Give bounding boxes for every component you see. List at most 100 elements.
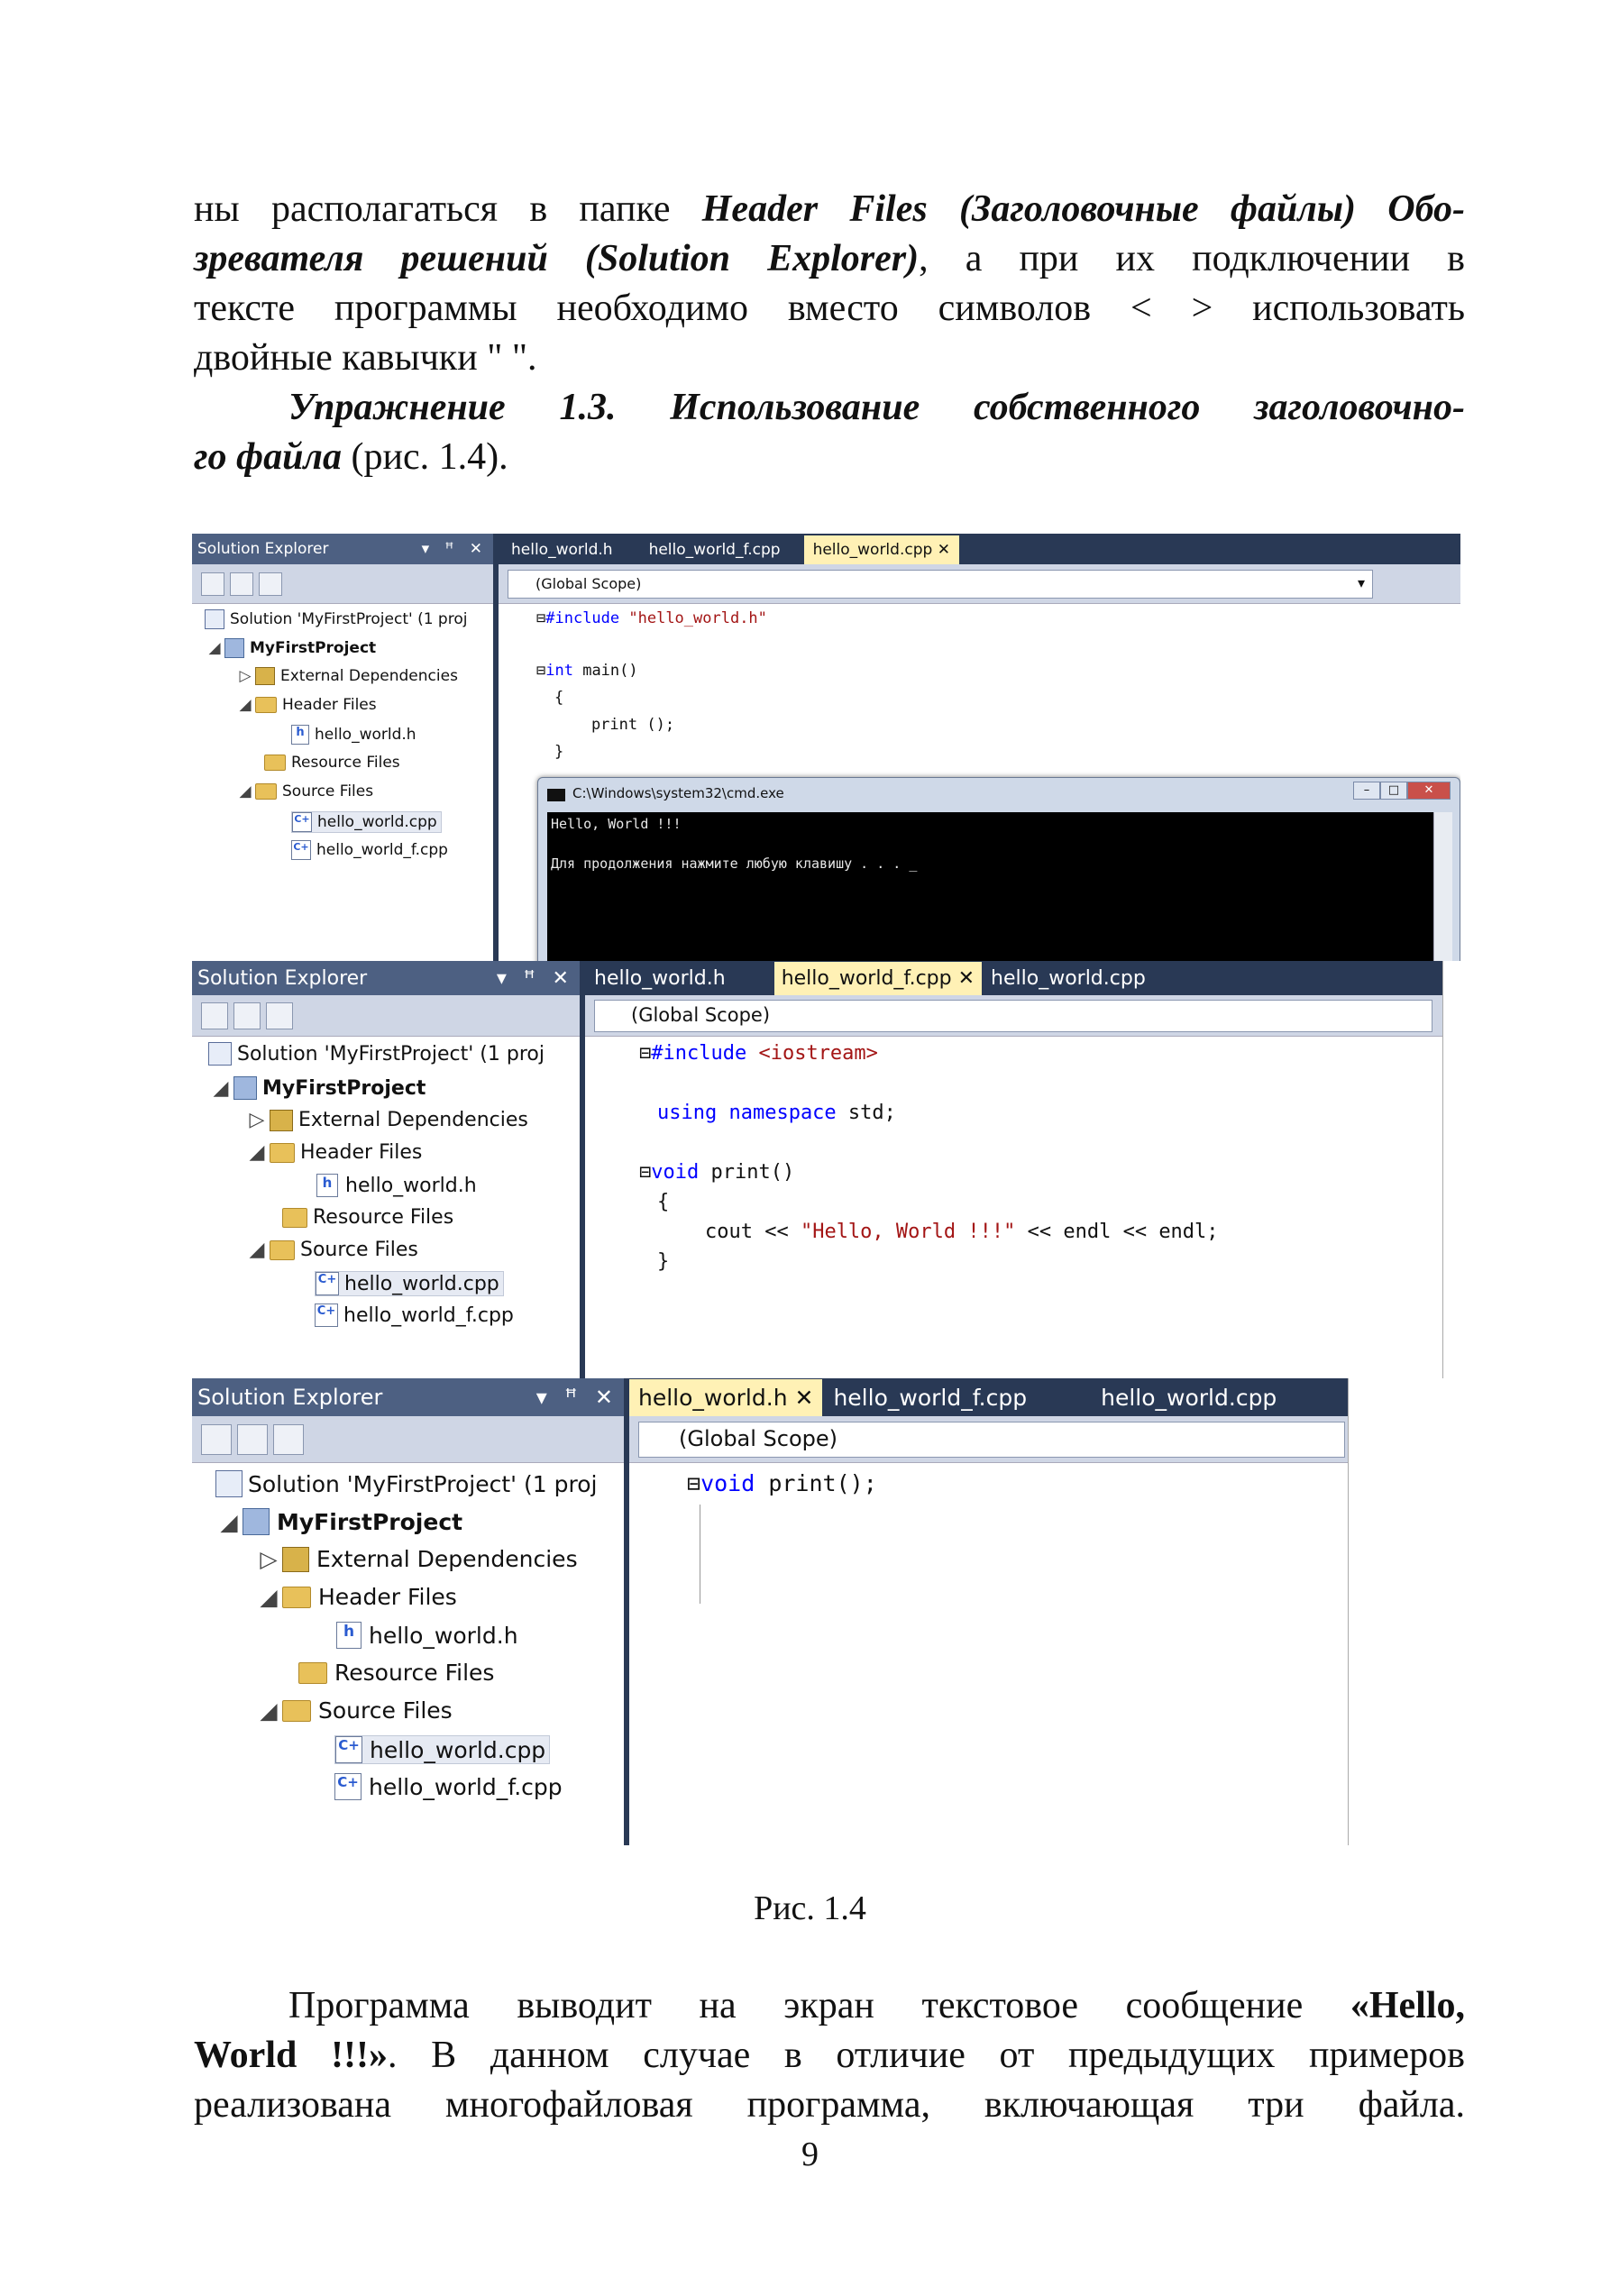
refresh-icon[interactable]: [273, 1423, 304, 1455]
tab-hello-world-f-cpp[interactable]: hello_world_f.cpp: [626, 535, 804, 564]
cpp-file-icon: C+: [335, 1736, 362, 1763]
cpp-file-icon: C+: [315, 1304, 338, 1327]
close-icon[interactable]: ✕: [795, 1385, 814, 1411]
solution-explorer: Solution Explorer ▾ ꟸ ✕ Solution 'MyFirs…: [192, 534, 499, 961]
solution-icon: [205, 609, 224, 629]
tree-file-h[interactable]: h hello_world.h: [316, 1174, 477, 1197]
explorer-controls[interactable]: ▾ ꟸ ✕: [497, 967, 574, 990]
tab-label: hello_world_f.cpp: [781, 967, 952, 990]
explorer-controls[interactable]: ▾ ꟸ ✕: [422, 540, 488, 558]
text-run: го файла: [194, 436, 342, 478]
text-run: «Hello,: [1350, 1985, 1465, 2026]
explorer-title: Solution Explorer: [197, 966, 368, 990]
properties-icon[interactable]: [201, 572, 224, 596]
scope-dropdown[interactable]: (Global Scope): [594, 999, 1432, 1032]
tree-file-f-cpp[interactable]: C+ hello_world_f.cpp: [315, 1304, 514, 1327]
tab-hello-world-cpp[interactable]: hello_world.cpp ✕: [803, 535, 959, 564]
tree-project[interactable]: ◢ MyFirstProject: [208, 1076, 426, 1100]
tree-resource-files[interactable]: Resource Files: [282, 1206, 453, 1229]
close-icon[interactable]: ✕: [958, 967, 975, 990]
tab-hello-world-h[interactable]: hello_world.h ✕: [629, 1379, 823, 1416]
code-line: ⊟#include "hello_world.h": [536, 609, 767, 627]
maximize-button[interactable]: □: [1380, 782, 1407, 800]
code-area[interactable]: ⊟#include <iostream> using namespace std…: [585, 1037, 1442, 1378]
tree-source-files[interactable]: ◢ Source Files: [244, 1239, 418, 1261]
expand-icon[interactable]: ▷: [235, 667, 255, 685]
tree-file-cpp[interactable]: C+ hello_world.cpp: [315, 1271, 504, 1296]
scope-dropdown[interactable]: (Global Scope) ▾: [508, 569, 1373, 599]
code-area[interactable]: ⊟void print();: [629, 1463, 1348, 1845]
tree-solution[interactable]: Solution 'MyFirstProject' (1 proj: [205, 609, 467, 629]
tree-resource-files[interactable]: Resource Files: [298, 1660, 494, 1686]
collapse-icon[interactable]: ◢: [255, 1697, 282, 1724]
tree-label: hello_world.h: [315, 726, 416, 744]
tab-hello-world-h[interactable]: hello_world.h: [499, 535, 626, 564]
close-window-button[interactable]: ✕: [1407, 782, 1451, 800]
code-line: ⊟void print();: [687, 1470, 877, 1496]
collapse-icon[interactable]: ◢: [255, 1584, 282, 1610]
tree-header-files[interactable]: ◢ Header Files: [244, 1141, 423, 1164]
code-line: }: [657, 1250, 670, 1273]
expand-icon[interactable]: ▷: [244, 1109, 270, 1131]
text-run: (рис. 1.4).: [341, 436, 508, 478]
exercise-heading: Упражнение 1.3. Использование собственно…: [194, 383, 1465, 433]
tree-header-files[interactable]: ◢ Header Files: [235, 696, 376, 714]
properties-icon[interactable]: [201, 1002, 228, 1029]
show-all-files-icon[interactable]: [237, 1423, 268, 1455]
close-icon[interactable]: ✕: [938, 541, 950, 559]
collapse-icon[interactable]: ◢: [208, 1077, 233, 1100]
tab-hello-world-h[interactable]: hello_world.h: [585, 962, 735, 995]
tree-file-f-cpp[interactable]: C+ hello_world_f.cpp: [334, 1773, 563, 1800]
tree-solution[interactable]: Solution 'MyFirstProject' (1 proj: [215, 1470, 597, 1497]
tree-label: hello_world.h: [345, 1174, 477, 1197]
folder-icon: [264, 755, 286, 771]
tree-file-h[interactable]: h hello_world.h: [336, 1622, 518, 1649]
collapse-icon[interactable]: ◢: [235, 696, 255, 714]
show-all-files-icon[interactable]: [233, 1002, 261, 1029]
tree-label: hello_world.h: [369, 1622, 518, 1649]
minimize-button[interactable]: –: [1353, 782, 1380, 800]
tab-hello-world-cpp[interactable]: hello_world.cpp: [982, 962, 1155, 995]
text-line: ны располагаться в папке Header Files (З…: [194, 185, 1465, 234]
tab-hello-world-f-cpp[interactable]: hello_world_f.cpp ✕: [773, 962, 983, 995]
text-line: World !!!». В данном случае в отличие от…: [194, 2031, 1465, 2081]
expand-icon[interactable]: ▷: [255, 1546, 282, 1572]
tree-file-f-cpp[interactable]: C+ hello_world_f.cpp: [291, 840, 448, 860]
collapse-icon[interactable]: ◢: [215, 1509, 243, 1535]
scope-dropdown[interactable]: (Global Scope): [638, 1421, 1345, 1458]
tree-label: Source Files: [282, 782, 374, 800]
tree-file-cpp[interactable]: C+ hello_world.cpp: [291, 811, 442, 833]
collapse-icon[interactable]: ◢: [205, 639, 224, 657]
tree-project[interactable]: ◢ MyFirstProject: [205, 638, 376, 658]
code-line: print ();: [554, 716, 675, 734]
tree-project[interactable]: ◢ MyFirstProject: [215, 1508, 462, 1535]
tree-label: hello_world.cpp: [344, 1272, 499, 1295]
console-window[interactable]: C:\Windows\system32\cmd.exe – □ ✕ Hello,…: [537, 777, 1460, 961]
tab-hello-world-cpp[interactable]: hello_world.cpp: [1092, 1379, 1286, 1416]
code-token: #include: [545, 609, 620, 627]
collapse-icon[interactable]: ◢: [235, 782, 255, 800]
tree-solution[interactable]: Solution 'MyFirstProject' (1 proj: [208, 1042, 545, 1066]
tree-label: Resource Files: [291, 754, 400, 772]
collapse-icon[interactable]: ◢: [244, 1239, 270, 1261]
show-all-files-icon[interactable]: [230, 572, 253, 596]
explorer-controls[interactable]: ▾ ꟸ ✕: [536, 1385, 618, 1410]
tree-resource-files[interactable]: Resource Files: [264, 754, 400, 772]
tree-source-files[interactable]: ◢ Source Files: [255, 1697, 452, 1724]
properties-icon[interactable]: [201, 1423, 232, 1455]
refresh-icon[interactable]: [259, 572, 282, 596]
tree-source-files[interactable]: ◢ Source Files: [235, 782, 373, 800]
tree-external-deps[interactable]: ▷ External Dependencies: [255, 1546, 577, 1572]
tab-hello-world-f-cpp[interactable]: hello_world_f.cpp: [822, 1379, 1038, 1416]
tree-header-files[interactable]: ◢ Header Files: [255, 1584, 456, 1610]
tree-external-deps[interactable]: ▷ External Dependencies: [244, 1109, 528, 1131]
collapse-icon[interactable]: ◢: [244, 1141, 270, 1164]
tree-file-cpp[interactable]: C+ hello_world.cpp: [334, 1735, 551, 1764]
tree-external-deps[interactable]: ▷ External Dependencies: [235, 667, 458, 685]
refresh-icon[interactable]: [266, 1002, 293, 1029]
tree-label: hello_world_f.cpp: [369, 1773, 563, 1800]
tree-file-h[interactable]: h hello_world.h: [291, 725, 416, 745]
tree-label: MyFirstProject: [250, 639, 377, 657]
console-scrollbar[interactable]: [1433, 812, 1452, 961]
project-icon: [224, 638, 244, 658]
